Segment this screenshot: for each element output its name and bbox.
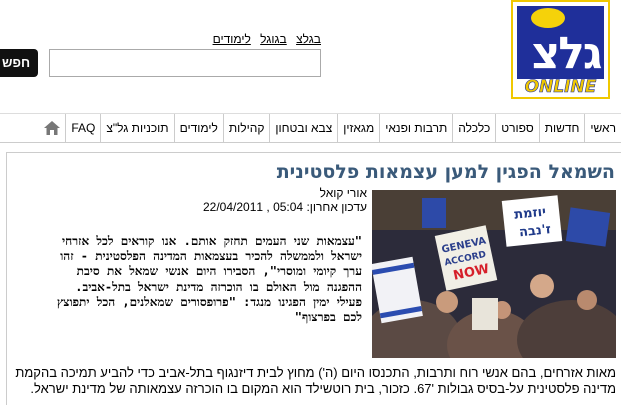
search-scope-links: בגלצ בגוגל לימודים [207,32,321,46]
quote-line: ישראל ולממשלה להכיר בעצמאות המדינה הפלסט… [60,249,362,264]
body-line: מאות אזרחים, בהם אנשי רוח ותרבות, התכנסו… [15,365,616,380]
logo-background: גלצ [517,6,604,79]
article-photo: GENEVA ACCORD NOW יוזמת ז'נבה [372,190,616,358]
logo-online-text: ONLINE [524,77,597,98]
nav-item-studies[interactable]: לימודים [173,114,223,142]
quote-line: פעילי ימין הפגינו מנגד: "פרופסורים שמאלנ… [56,294,362,309]
quote-line: ערך קיומי ומוסרי", הסבירו היום אנשי שמאל… [76,264,362,279]
nav-item-home[interactable]: ראשי [584,114,621,142]
quote-line: "עצמאות שני העמים תחזק אותם. אנו קוראים … [62,234,362,248]
link-search-google[interactable]: בגוגל [260,32,287,46]
link-search-site[interactable]: בגלצ [296,32,321,46]
article-lead-quote: "עצמאות שני העמים תחזק אותם. אנו קוראים … [10,234,362,325]
logo-letters: גלצ [531,28,602,79]
body-line: מדינה פלסטינית על-בסיס גבולות '67. כזכור… [30,381,616,396]
search-input[interactable] [49,49,321,77]
main-nav: ראשי חדשות ספורט כלכלה תרבות ופנאי מגאזי… [0,113,621,143]
nav-item-army[interactable]: צבא ובטחון [269,114,337,142]
link-search-studies[interactable]: לימודים [213,32,251,46]
nav-item-sport[interactable]: ספורט [495,114,538,142]
nav-item-programs[interactable]: תוכניות גל"צ [100,114,173,142]
search-button[interactable]: חפש [0,49,38,77]
quote-line: לכם בפרצוף" [294,310,362,325]
article-headline: השמאל הפגין למען עצמאות פלסטינית [276,161,615,183]
nav-item-faq[interactable]: FAQ [65,114,100,142]
article-author: אורי קואל [319,186,367,200]
nav-item-economy[interactable]: כלכלה [452,114,495,142]
article-updated: עדכון אחרון: 05:04 , 22/04/2011 [203,200,367,214]
nav-item-magazine[interactable]: מגאזין [337,114,379,142]
nav-item-communities[interactable]: קהילות [222,114,270,142]
home-icon[interactable] [39,114,65,142]
logo-speech-bubble-icon [531,8,565,28]
nav-item-culture[interactable]: תרבות ופנאי [379,114,452,142]
quote-line: ההפגנה מול האולם בו הוכרזה מדינת ישראל ב… [75,279,362,294]
site-logo[interactable]: גלצ ONLINE [511,0,610,99]
protest-photo-illustration: GENEVA ACCORD NOW יוזמת ז'נבה [372,190,616,358]
nav-item-news[interactable]: חדשות [538,114,585,142]
article-body: מאות אזרחים, בהם אנשי רוח ותרבות, התכנסו… [10,365,616,397]
